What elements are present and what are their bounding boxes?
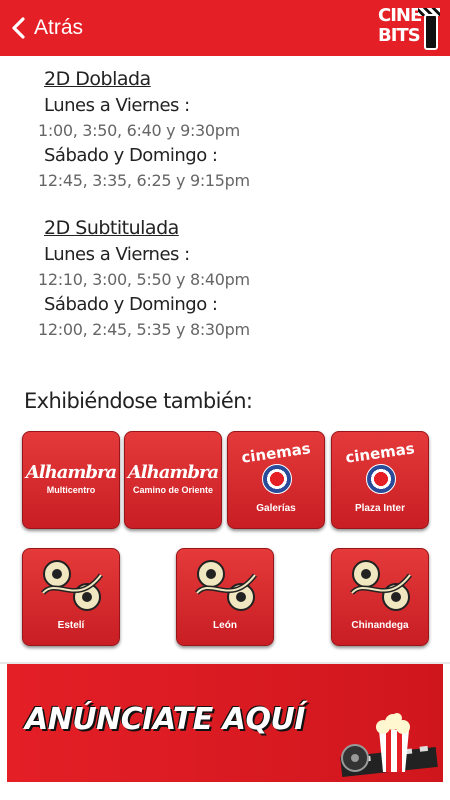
schedule-times: 12:00, 2:45, 5:35 y 8:30pm: [38, 320, 250, 339]
globe-icon: [366, 464, 396, 494]
globe-icon: [262, 464, 292, 494]
film-reel-icon: [41, 560, 103, 611]
alhambra-logo: Alhambra: [25, 462, 117, 483]
cinema-tile-leon[interactable]: León: [176, 548, 274, 646]
cinema-tile-alhambra-camino-de-oriente[interactable]: Alhambra Camino de Oriente: [124, 431, 222, 529]
schedule-day: Sábado y Domingo :: [44, 294, 218, 315]
app-bar: Atrás CINE BITS: [0, 0, 450, 56]
cinema-label: Multicentro: [46, 485, 96, 495]
format-title: 2D Subtitulada: [44, 217, 179, 239]
cinema-label: Plaza Inter: [354, 503, 406, 514]
back-label: Atrás: [34, 16, 84, 39]
cinema-label: Galerías: [256, 503, 296, 514]
ad-text: ANÚNCIATE AQUÍ: [25, 702, 305, 737]
alhambra-logo: Alhambra: [127, 462, 219, 483]
schedule-day: Lunes a Viernes :: [44, 95, 190, 116]
schedule-times: 1:00, 3:50, 6:40 y 9:30pm: [38, 121, 240, 140]
cinema-tile-esteli[interactable]: Estelí: [22, 548, 120, 646]
cinema-tile-cinemas-galerias[interactable]: cinemas Galerías: [227, 431, 325, 529]
film-reel-icon: [350, 560, 412, 611]
logo-line2: BITS: [378, 25, 421, 46]
cinema-label: Chinandega: [351, 620, 409, 631]
cinema-tile-alhambra-multicentro[interactable]: Alhambra Multicentro: [22, 431, 120, 529]
film-reel-icon: [195, 560, 257, 611]
cinema-tile-cinemas-plaza-inter[interactable]: cinemas Plaza Inter: [331, 431, 429, 529]
cinema-label: Estelí: [57, 620, 85, 631]
popcorn-film-icon: [340, 713, 438, 777]
cinema-tile-chinandega[interactable]: Chinandega: [331, 548, 429, 646]
back-button[interactable]: Atrás: [0, 0, 83, 56]
cinema-label: Camino de Oriente: [132, 485, 213, 495]
schedule-times: 12:45, 3:35, 6:25 y 9:15pm: [38, 171, 250, 190]
schedule-day: Sábado y Domingo :: [44, 145, 218, 166]
format-title: 2D Doblada: [44, 68, 151, 90]
phone-icon: [424, 14, 438, 50]
ad-banner[interactable]: ANÚNCIATE AQUÍ: [7, 664, 443, 782]
cinema-label: León: [213, 620, 237, 631]
also-showing-title: Exhibiéndose también:: [24, 389, 253, 413]
schedule-times: 12:10, 3:00, 5:50 y 8:40pm: [38, 270, 250, 289]
chevron-left-icon: [12, 17, 25, 39]
schedule-day: Lunes a Viernes :: [44, 244, 190, 265]
logo-line1: CINE: [378, 5, 422, 26]
cinebits-logo: CINE BITS: [378, 6, 440, 52]
